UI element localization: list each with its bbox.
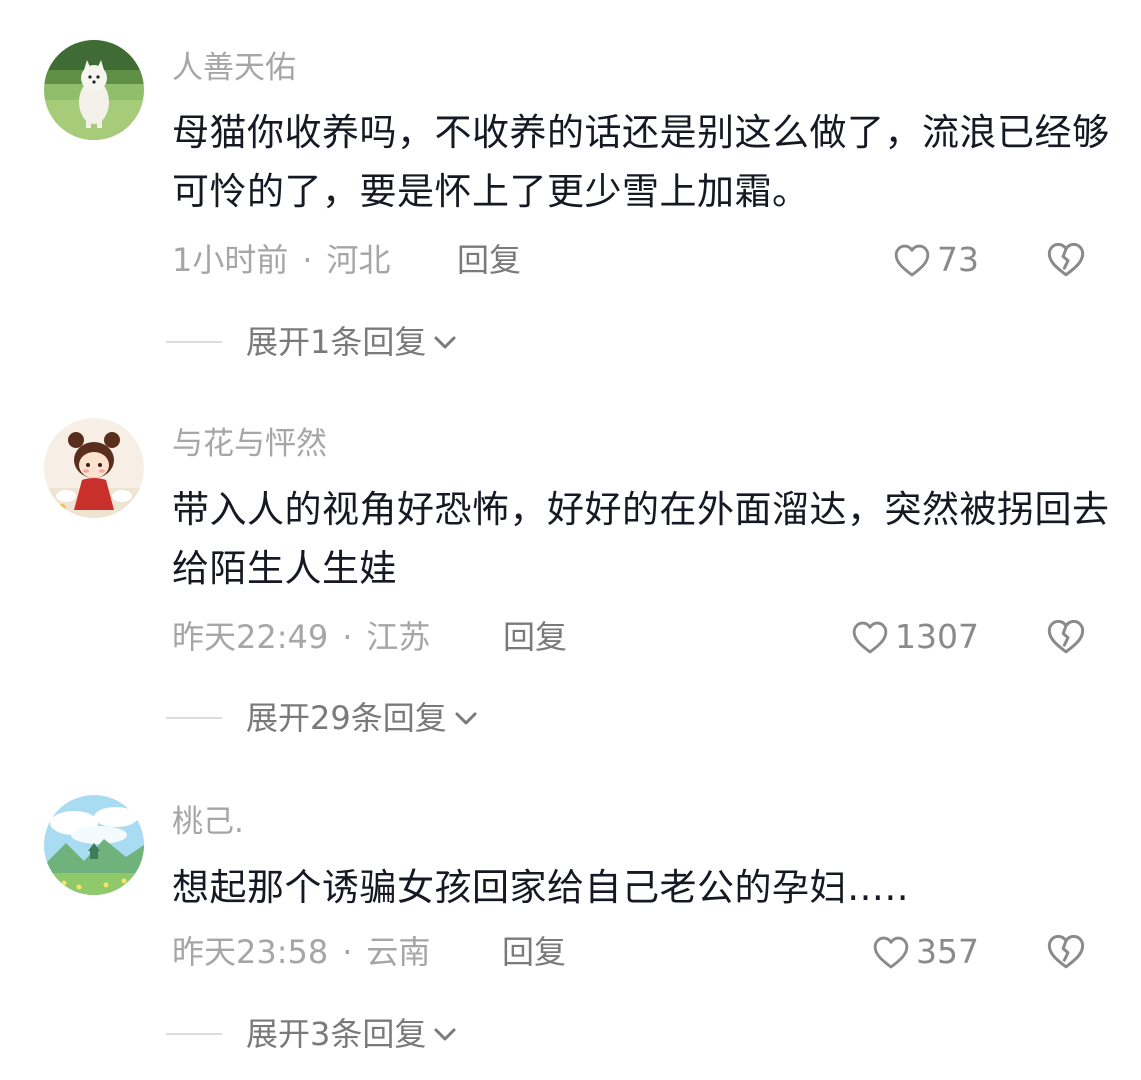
chevron-down-icon	[455, 712, 477, 725]
expand-replies-label: 展开29条回复	[246, 699, 447, 737]
comment-time: 1小时前	[172, 241, 289, 279]
comment-location: 河北	[326, 241, 391, 279]
dislike-button[interactable]	[1046, 617, 1086, 657]
avatar[interactable]	[44, 418, 144, 518]
expand-replies-button[interactable]: 展开29条回复	[166, 698, 479, 738]
chevron-down-icon	[434, 336, 456, 349]
heart-outline-icon	[894, 244, 930, 277]
heart-outline-icon	[873, 936, 909, 969]
comment-time: 昨天22:49	[172, 618, 329, 656]
comment-list: 人善天佑 母猫你收养吗，不收养的话还是别这么做了，流浪已经够可怜的了，要是怀上了…	[0, 0, 1141, 1080]
avatar[interactable]	[44, 795, 144, 895]
expand-replies-button[interactable]: 展开3条回复	[166, 1014, 458, 1054]
white-dog-avatar-image	[44, 40, 144, 140]
comment-text: 想起那个诱骗女孩回家给自己老公的孕妇…..	[172, 866, 910, 909]
like-count: 357	[916, 932, 979, 971]
comment-text: 带入人的视角好恐怖，好好的在外面溜达，突然被拐回去给陌生人生娃	[172, 488, 1110, 590]
like-button[interactable]: 357	[872, 932, 979, 972]
comment-location: 江苏	[366, 618, 431, 656]
separator-dot: ·	[342, 618, 353, 656]
divider-line	[166, 717, 222, 719]
username[interactable]: 与花与怦然	[172, 424, 327, 464]
like-count: 1307	[895, 617, 979, 656]
broken-heart-icon	[1047, 242, 1085, 277]
reply-button[interactable]: 回复	[502, 932, 566, 972]
comment-location: 云南	[366, 933, 431, 971]
cartoon-girl-avatar-image	[44, 418, 144, 518]
comment-text: 母猫你收养吗，不收养的话还是别这么做了，流浪已经够可怜的了，要是怀上了更少雪上加…	[172, 111, 1110, 213]
chevron-down-icon	[434, 1028, 456, 1041]
avatar[interactable]	[44, 40, 144, 140]
like-button[interactable]: 73	[893, 240, 979, 280]
divider-line	[166, 1033, 222, 1035]
heart-outline-icon	[852, 621, 888, 654]
comment-meta: 昨天22:49 · 江苏	[172, 617, 430, 657]
divider-line	[166, 341, 222, 343]
dislike-button[interactable]	[1046, 932, 1086, 972]
expand-replies-button[interactable]: 展开1条回复	[166, 322, 458, 362]
username[interactable]: 人善天佑	[172, 48, 296, 88]
dislike-button[interactable]	[1046, 240, 1086, 280]
username[interactable]: 桃己.	[172, 802, 244, 842]
comment-time: 昨天23:58	[172, 933, 329, 971]
comment-meta: 昨天23:58 · 云南	[172, 932, 430, 972]
expand-replies-label: 展开1条回复	[246, 323, 427, 361]
like-count: 73	[937, 240, 979, 279]
separator-dot: ·	[302, 241, 313, 279]
reply-button[interactable]: 回复	[503, 617, 567, 657]
separator-dot: ·	[342, 933, 353, 971]
comment-meta: 1小时前 · 河北	[172, 240, 391, 280]
expand-replies-label: 展开3条回复	[246, 1015, 427, 1053]
landscape-avatar-image	[44, 795, 144, 895]
reply-button[interactable]: 回复	[457, 240, 521, 280]
like-button[interactable]: 1307	[851, 617, 979, 657]
broken-heart-icon	[1047, 934, 1085, 969]
broken-heart-icon	[1047, 619, 1085, 654]
